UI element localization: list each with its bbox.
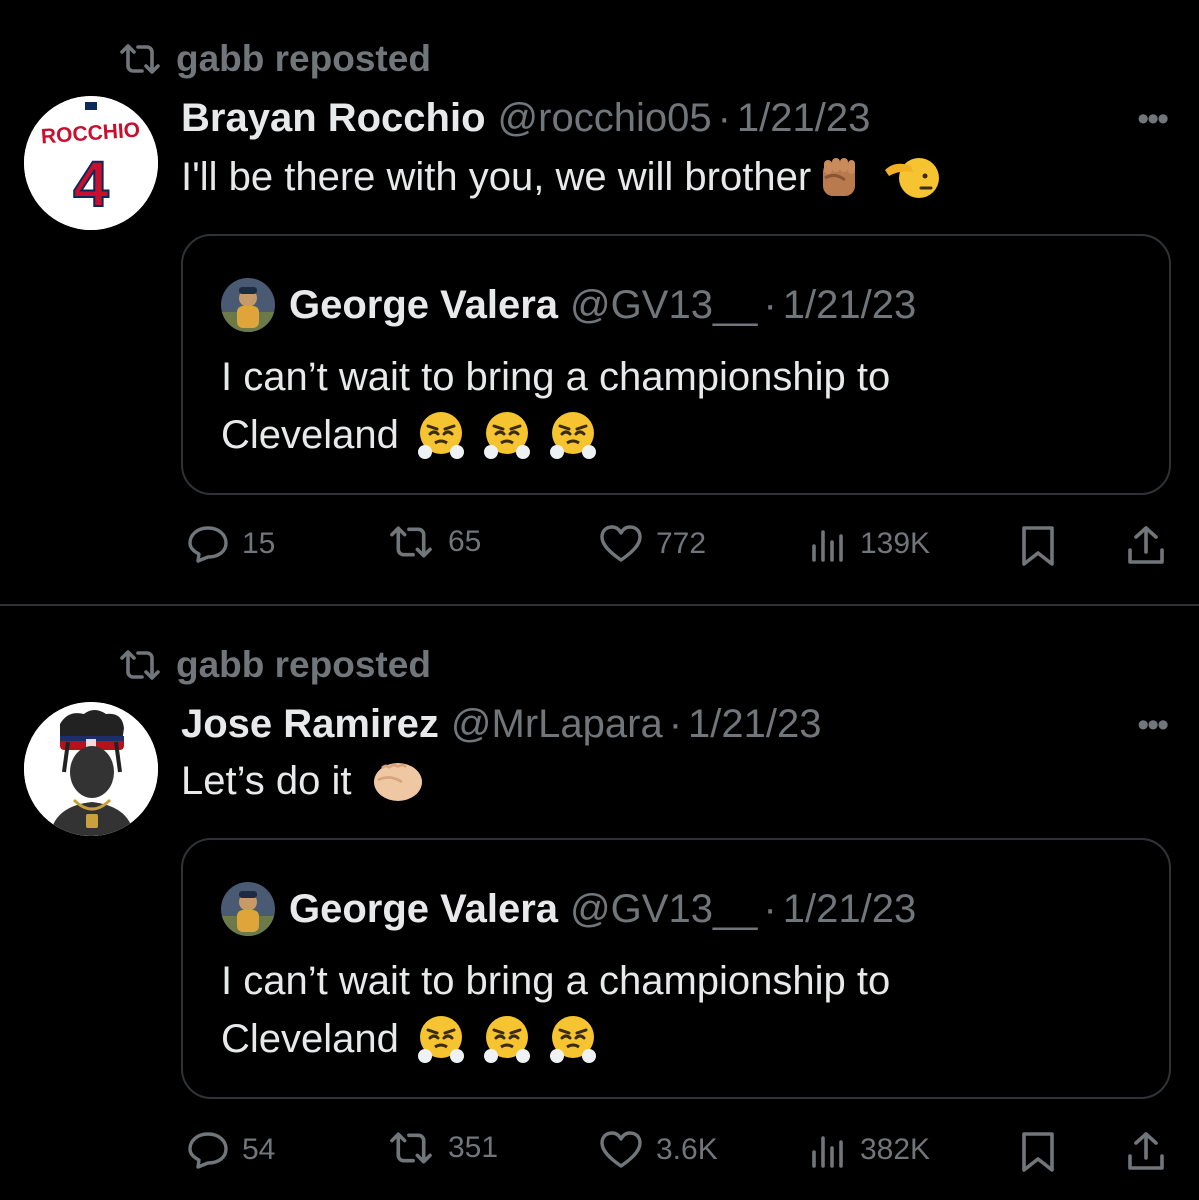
steam-face-emoji [415, 1014, 599, 1064]
quoted-text-line: Cleveland [221, 1017, 399, 1061]
silhouette-avatar-image [24, 702, 158, 836]
repost-count: 65 [448, 525, 482, 558]
quoted-author-handle[interactable]: @GV13__ [570, 887, 757, 932]
quoted-author-avatar[interactable] [221, 278, 275, 332]
views-button[interactable]: 139K [808, 524, 930, 564]
views-count: 382K [860, 1133, 931, 1166]
views-icon [812, 1136, 843, 1168]
reply-button[interactable]: 54 [186, 1130, 275, 1170]
quoted-tweet-date: 1/21/23 [782, 282, 917, 327]
like-button[interactable]: 3.6K [598, 1130, 718, 1170]
like-icon [600, 525, 642, 562]
quoted-tweet-text: I can’t wait to bring a championship to … [221, 348, 1121, 464]
jersey-number: 4 [73, 148, 109, 220]
share-icon [1128, 526, 1164, 564]
bookmark-button[interactable] [1020, 524, 1056, 568]
quoted-tweet-text: I can’t wait to bring a championship to … [221, 952, 1121, 1068]
share-icon [1128, 1132, 1164, 1170]
bookmark-icon [1022, 526, 1054, 566]
tweet-actions: 15 65 772 139K [0, 514, 1199, 574]
share-button[interactable] [1124, 524, 1168, 568]
quoted-text-line: I can’t wait to bring a championship to [221, 959, 891, 1003]
quoted-author-avatar[interactable] [221, 882, 275, 936]
quoted-tweet-header: George Valera @GV13__ · 1/21/23 [221, 882, 916, 936]
tweet-1[interactable]: gabb reposted ROCCHIO 4 Brayan Rocchio @… [0, 0, 1199, 606]
raised-fist-emoji [823, 158, 856, 196]
views-icon [812, 530, 843, 562]
like-button[interactable]: 772 [598, 524, 706, 564]
author-handle[interactable]: @MrLapara [451, 702, 663, 747]
steam-face-emoji [415, 410, 599, 460]
reply-count: 15 [242, 527, 276, 560]
quoted-tweet-date: 1/21/23 [782, 886, 917, 931]
tweet-date[interactable]: 1/21/23 [737, 96, 870, 141]
repost-label: gabb reposted [176, 38, 431, 79]
tweet-date[interactable]: 1/21/23 [688, 702, 821, 747]
tweet-text: I'll be there with you, we will brother [181, 152, 941, 202]
repost-indicator: gabb reposted [118, 38, 431, 80]
bookmark-button[interactable] [1020, 1130, 1056, 1174]
repost-indicator: gabb reposted [118, 644, 431, 686]
quoted-author-name[interactable]: George Valera [289, 887, 558, 932]
author-name[interactable]: Jose Ramirez [181, 702, 439, 747]
quoted-text-line-2: Cleveland [221, 1010, 1121, 1068]
separator-dot: · [717, 96, 731, 140]
repost-icon [390, 1132, 432, 1164]
more-icon[interactable]: ••• [1137, 100, 1169, 139]
tweet-actions: 54 351 3.6K 382K [0, 1120, 1199, 1180]
tweet-text-body: Let’s do it [181, 758, 352, 803]
tweet-header: Jose Ramirez @MrLapara · 1/21/23 [181, 702, 822, 747]
reply-icon [188, 526, 228, 563]
quoted-text-line: I can’t wait to bring a championship to [221, 355, 891, 399]
jersey-avatar-image: ROCCHIO 4 [24, 96, 158, 230]
repost-button[interactable]: 351 [386, 1130, 498, 1166]
quoted-text-line-2: Cleveland [221, 406, 1121, 464]
repost-label: gabb reposted [176, 644, 431, 685]
quoted-author-handle[interactable]: @GV13__ [570, 283, 757, 328]
tweet-header: Brayan Rocchio @rocchio05 · 1/21/23 [181, 96, 870, 141]
author-name[interactable]: Brayan Rocchio [181, 96, 486, 141]
like-icon [600, 1131, 642, 1168]
avatar[interactable]: ROCCHIO 4 [24, 96, 158, 230]
tweet-2[interactable]: gabb reposted Jose Ramirez @MrLapara · 1… [0, 606, 1199, 1200]
quoted-author-name[interactable]: George Valera [289, 283, 558, 328]
separator-dot: · [668, 702, 683, 746]
author-handle[interactable]: @rocchio05 [498, 96, 712, 141]
bookmark-icon [1022, 1132, 1054, 1172]
repost-icon [390, 526, 432, 558]
separator-dot: · [763, 282, 777, 327]
repost-icon [120, 650, 160, 680]
separator-dot: · [763, 886, 777, 931]
quoted-tweet[interactable]: George Valera @GV13__ · 1/21/23 I can’t … [181, 838, 1171, 1099]
avatar[interactable] [24, 702, 158, 836]
like-count: 3.6K [656, 1133, 718, 1166]
quoted-tweet-header: George Valera @GV13__ · 1/21/23 [221, 278, 916, 332]
share-button[interactable] [1124, 1130, 1168, 1174]
tweet-text-body: I'll be there with you, we will brother [181, 154, 812, 199]
tweet-text: Let’s do it [181, 758, 424, 804]
reply-icon [188, 1132, 228, 1169]
reply-count: 54 [242, 1133, 276, 1166]
saluting-face-emoji [885, 158, 940, 198]
views-button[interactable]: 382K [808, 1130, 930, 1170]
quoted-text-line: Cleveland [221, 413, 399, 457]
repost-button[interactable]: 65 [386, 524, 481, 560]
repost-icon [120, 44, 160, 74]
quoted-tweet[interactable]: George Valera @GV13__ · 1/21/23 I can’t … [181, 234, 1171, 495]
reply-button[interactable]: 15 [186, 524, 275, 564]
more-icon[interactable]: ••• [1137, 706, 1169, 745]
like-count: 772 [656, 527, 707, 560]
views-count: 139K [860, 527, 931, 560]
repost-count: 351 [448, 1131, 499, 1164]
oncoming-fist-emoji [373, 763, 422, 801]
